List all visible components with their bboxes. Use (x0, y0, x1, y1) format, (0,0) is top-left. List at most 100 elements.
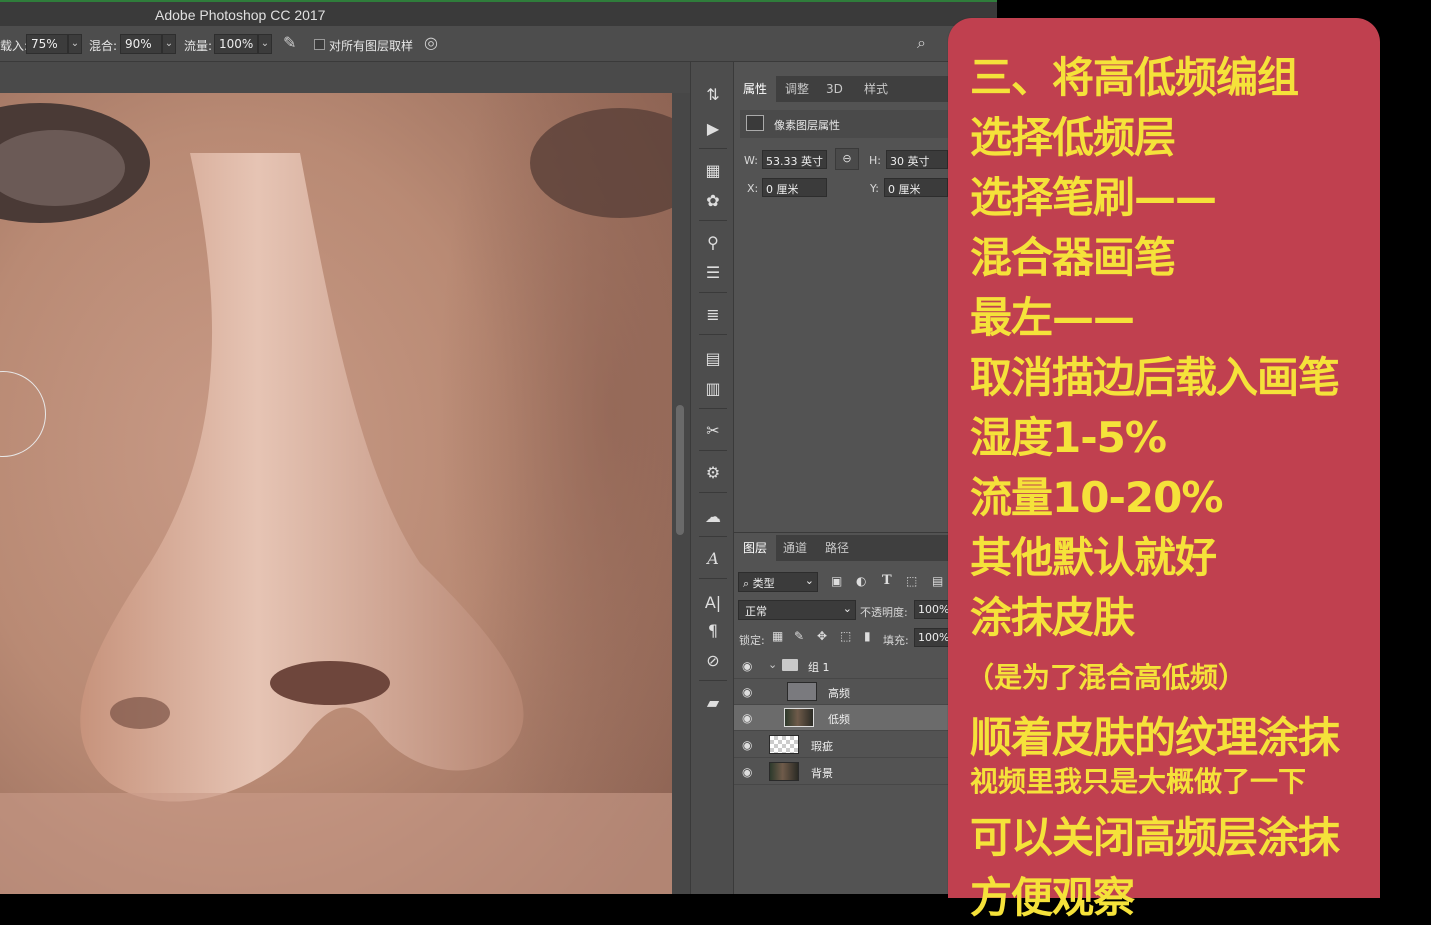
lock-label: 锁定: (739, 634, 765, 647)
visibility-eye-icon[interactable]: ◉ (742, 765, 752, 779)
tools-icon[interactable]: ✂ (701, 420, 725, 442)
actions-play-icon[interactable]: ▶ (701, 118, 725, 140)
mix-dropdown[interactable]: ⌄ (162, 34, 176, 54)
visibility-eye-icon[interactable]: ◉ (742, 738, 752, 752)
adjust-icon[interactable]: ⚙ (701, 462, 725, 484)
opacity-label: 不透明度: (860, 606, 908, 619)
history-icon[interactable]: ⇅ (701, 84, 725, 106)
overlay-line: 混合器画笔 (970, 233, 1176, 282)
paragraph-icon[interactable]: ¶ (701, 620, 725, 642)
tab-channels[interactable]: 通道 (774, 535, 816, 561)
filter-smart-icon[interactable]: ▤ (932, 574, 943, 588)
title-bar: Adobe Photoshop CC 2017 (0, 0, 997, 26)
layer-name: 背景 (811, 767, 833, 780)
blend-mode-select[interactable]: 正常 ⌄ (738, 600, 856, 620)
lock-transparent-icon[interactable]: ▦ (772, 629, 783, 643)
panel-icon-column: ⇅ ▶ ▦ ✿ ⚲ ☰ ≣ ▤ ▥ ✂ ⚙ ☁ A A| ¶ ⊘ ▰ (690, 62, 734, 894)
y-field[interactable]: 0 厘米 (884, 178, 948, 197)
layer-name: 高频 (828, 687, 850, 700)
pressure-icon[interactable]: ◎ (424, 33, 438, 52)
mix-label: 混合: (89, 39, 118, 53)
chevron-down-icon: ⌄ (804, 574, 814, 587)
brush-settings-icon[interactable]: ☰ (701, 262, 725, 284)
visibility-eye-icon[interactable]: ◉ (742, 711, 752, 725)
swatches-icon[interactable]: ✿ (701, 190, 725, 212)
x-label: X: (747, 182, 759, 195)
overlay-line: 最左—— (970, 293, 1135, 342)
layer-thumbnail (787, 682, 817, 701)
chevron-down-icon[interactable]: ⌄ (768, 658, 777, 671)
clone-source-icon[interactable]: ≣ (701, 304, 725, 326)
tab-properties[interactable]: 属性 (734, 76, 777, 102)
chevron-down-icon: ⌄ (842, 602, 852, 615)
width-field[interactable]: 53.33 英寸 (762, 150, 827, 169)
libraries-icon[interactable]: ☁ (701, 506, 725, 528)
layer-name: 组 1 (808, 661, 830, 674)
load-field[interactable]: 75% (26, 34, 68, 54)
lock-artboard-icon[interactable]: ⬚ (840, 629, 851, 643)
link-icon[interactable]: ⊖ (835, 148, 859, 170)
tab-3d[interactable]: 3D (817, 76, 852, 102)
overlay-line: 顺着皮肤的纹理涂抹 (970, 713, 1340, 762)
filter-adjustment-icon[interactable]: ◐ (856, 574, 866, 588)
grid-icon[interactable]: ▦ (701, 160, 725, 182)
tab-adjustments[interactable]: 调整 (776, 76, 818, 102)
lock-pixels-icon[interactable]: ✎ (794, 629, 804, 643)
visibility-eye-icon[interactable]: ◉ (742, 685, 752, 699)
tutorial-text-overlay: 三、将高低频编组 选择低频层 选择笔刷—— 混合器画笔 最左—— 取消描边后载入… (948, 18, 1380, 922)
properties-header-text: 像素图层属性 (774, 119, 840, 132)
sample-all-checkbox[interactable] (314, 39, 325, 50)
document-canvas[interactable] (0, 93, 672, 894)
tab-styles[interactable]: 样式 (855, 76, 897, 102)
visibility-eye-icon[interactable]: ◉ (742, 659, 752, 673)
overlay-line: 三、将高低频编组 (970, 53, 1299, 102)
flow-field[interactable]: 100% (214, 34, 258, 54)
overlay-line: 选择笔刷—— (970, 173, 1217, 222)
w-label: W: (744, 154, 758, 167)
overlay-line: 流量10-20% (970, 473, 1223, 522)
x-field[interactable]: 0 厘米 (762, 178, 827, 197)
opacity-field[interactable]: 100% (914, 600, 952, 619)
paragraph-styles-icon[interactable]: ⊘ (701, 650, 725, 672)
brushes-icon[interactable]: ⚲ (701, 232, 725, 254)
search-icon[interactable]: ⌕ (917, 33, 926, 53)
layer-thumbnail (769, 735, 799, 754)
height-field[interactable]: 30 英寸 (886, 150, 948, 169)
load-dropdown[interactable]: ⌄ (68, 34, 82, 54)
photoshop-window: Adobe Photoshop CC 2017 载入: 75% ⌄ 混合: 90… (0, 0, 997, 894)
overlay-line: 方便观察 (970, 873, 1135, 922)
folder-icon (782, 659, 798, 671)
glyphs-icon[interactable]: A (701, 548, 725, 570)
fill-label: 填充: (883, 634, 909, 647)
options-bar: 载入: 75% ⌄ 混合: 90% ⌄ 流量: 100% ⌄ ✎ 对所有图层取样… (0, 26, 997, 62)
info-icon[interactable]: ▤ (701, 348, 725, 370)
layer-filter-select[interactable]: ⌕ 类型 ⌄ (738, 572, 818, 592)
layer-name: 低频 (828, 713, 850, 726)
overlay-line: 其他默认就好 (970, 533, 1217, 582)
airbrush-icon[interactable]: ✎ (283, 33, 296, 52)
character-icon[interactable]: A| (701, 592, 725, 614)
sample-all-label: 对所有图层取样 (329, 39, 414, 53)
y-label: Y: (870, 182, 879, 195)
window-title: Adobe Photoshop CC 2017 (155, 7, 326, 23)
load-label: 载入: (0, 39, 29, 53)
lock-all-icon[interactable]: ▮ (864, 629, 871, 643)
flow-dropdown[interactable]: ⌄ (258, 34, 272, 54)
tab-layers[interactable]: 图层 (734, 535, 777, 561)
layer-name: 瑕疵 (811, 740, 833, 753)
layer-thumbnail (769, 762, 799, 781)
lock-position-icon[interactable]: ✥ (817, 629, 827, 643)
filter-shape-icon[interactable]: ⬚ (906, 574, 917, 588)
scrollbar-thumb[interactable] (676, 405, 684, 535)
layer-thumbnail (784, 708, 814, 727)
filter-search-icon: ⌕ (743, 577, 750, 590)
filter-pixel-icon[interactable]: ▣ (831, 574, 842, 588)
mix-field[interactable]: 90% (120, 34, 162, 54)
filter-type-icon[interactable]: T (882, 573, 892, 588)
folder-icon[interactable]: ▰ (701, 692, 725, 714)
pixel-layer-icon (746, 115, 764, 131)
tab-paths[interactable]: 路径 (816, 535, 858, 561)
notes-icon[interactable]: ▥ (701, 378, 725, 400)
overlay-line: 湿度1-5% (970, 413, 1167, 462)
fill-field[interactable]: 100% (914, 628, 952, 647)
